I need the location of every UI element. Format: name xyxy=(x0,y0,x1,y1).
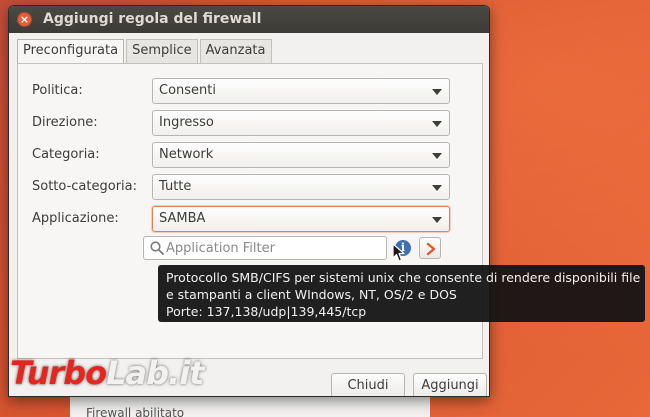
direzione-label: Direzione: xyxy=(32,115,98,130)
close-button[interactable]: Chiudi xyxy=(331,373,405,396)
watermark-part2: Lab.it xyxy=(106,354,204,392)
titlebar: × Aggiungi regola del firewall xyxy=(9,6,489,33)
turbolab-watermark: TurboLab.it xyxy=(10,354,204,402)
applicazione-label: Applicazione: xyxy=(32,211,119,226)
tooltip-line3: Porte: 137,138/udp|139,445/tcp xyxy=(166,304,367,319)
applicazione-value: SAMBA xyxy=(159,211,206,226)
application-tooltip: Protocollo SMB/CIFS per sistemi unix che… xyxy=(158,265,645,322)
row-direzione: Direzione: Ingresso xyxy=(32,110,472,136)
categoria-label: Categoria: xyxy=(32,147,100,162)
firewall-status-text: Firewall abilitato xyxy=(86,406,185,417)
chevron-down-icon xyxy=(432,153,442,159)
row-categoria: Categoria: Network xyxy=(32,142,472,168)
chevron-down-icon xyxy=(432,185,442,191)
next-application-button[interactable] xyxy=(419,237,441,259)
application-filter-box[interactable] xyxy=(143,236,387,260)
sotto-categoria-value: Tutte xyxy=(159,179,192,194)
dialog-title: Aggiungi regola del firewall xyxy=(43,11,262,27)
tab-bar: Preconfigurata Semplice Avanzata xyxy=(17,39,274,64)
close-icon[interactable]: × xyxy=(17,12,32,27)
sotto-categoria-label: Sotto-categoria: xyxy=(32,179,138,194)
watermark-part1: Turbo xyxy=(10,354,107,392)
tooltip-line1: Protocollo SMB/CIFS per sistemi unix che… xyxy=(166,270,641,285)
tab-semplice[interactable]: Semplice xyxy=(126,39,198,63)
row-politica: Politica: Consenti xyxy=(32,78,472,104)
sotto-categoria-select[interactable]: Tutte xyxy=(152,174,450,200)
applicazione-select[interactable]: SAMBA xyxy=(152,206,450,232)
tooltip-line2: e stampanti a client WIndows, NT, OS/2 e… xyxy=(166,287,457,302)
add-button[interactable]: Aggiungi xyxy=(413,373,487,396)
direzione-value: Ingresso xyxy=(159,115,214,130)
categoria-select[interactable]: Network xyxy=(152,142,450,168)
direzione-select[interactable]: Ingresso xyxy=(152,110,450,136)
categoria-value: Network xyxy=(159,147,214,162)
application-filter-input[interactable] xyxy=(166,238,382,258)
chevron-down-icon xyxy=(432,121,442,127)
tab-avanzata[interactable]: Avanzata xyxy=(199,39,272,63)
add-firewall-rule-dialog: × Aggiungi regola del firewall Preconfig… xyxy=(8,5,490,397)
politica-label: Politica: xyxy=(32,83,83,98)
chevron-down-icon xyxy=(432,217,442,223)
mouse-pointer-icon xyxy=(392,243,405,262)
tab-preconfigurata[interactable]: Preconfigurata xyxy=(17,39,125,64)
row-applicazione: Applicazione: SAMBA xyxy=(32,206,472,232)
politica-value: Consenti xyxy=(159,83,216,98)
search-icon xyxy=(150,241,164,255)
row-sotto-categoria: Sotto-categoria: Tutte xyxy=(32,174,472,200)
politica-select[interactable]: Consenti xyxy=(152,78,450,104)
chevron-right-icon xyxy=(426,242,436,256)
chevron-down-icon xyxy=(432,89,442,95)
